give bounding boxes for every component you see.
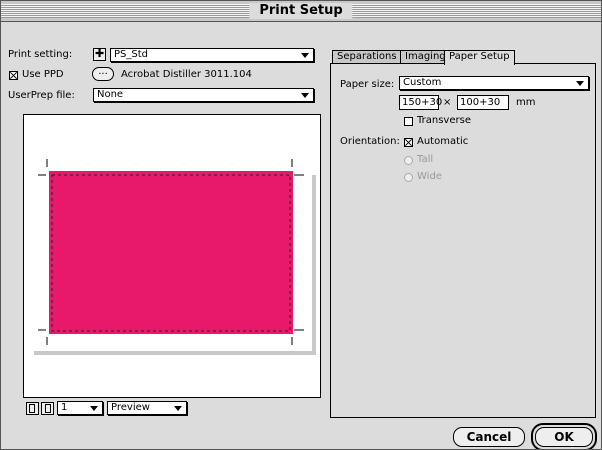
- paper-height-field[interactable]: 100+30: [457, 95, 509, 110]
- tab-separations-label: Separations: [337, 51, 397, 62]
- use-ppd-checkbox[interactable]: [9, 71, 18, 80]
- paper-size-label: Paper size:: [340, 79, 395, 90]
- ok-button[interactable]: OK: [535, 427, 593, 447]
- next-page-button[interactable]: [41, 402, 54, 415]
- tall-label: Tall: [417, 154, 434, 165]
- page-right-icon: [45, 404, 51, 413]
- page-area: [49, 171, 293, 334]
- tall-radio[interactable]: [404, 156, 413, 165]
- page-preview-graphic: [31, 159, 316, 355]
- userprep-value: None: [97, 89, 124, 100]
- page-left-icon: [29, 404, 35, 413]
- orientation-label: Orientation:: [340, 136, 400, 147]
- chevron-down-icon: [301, 53, 309, 58]
- dialog-title: Print Setup: [249, 3, 353, 19]
- page-number-select[interactable]: 1: [57, 401, 103, 415]
- ppd-name: Acrobat Distiller 3011.104: [121, 69, 252, 80]
- page-preview: [23, 114, 321, 398]
- userprep-label: UserPrep file:: [8, 90, 75, 101]
- print-setting-label: Print setting:: [8, 49, 73, 60]
- tab-paper-setup[interactable]: Paper Setup: [444, 50, 515, 65]
- transverse-label: Transverse: [417, 115, 471, 126]
- view-mode-select[interactable]: Preview: [107, 401, 187, 415]
- userprep-select[interactable]: None: [93, 88, 314, 102]
- view-mode-value: Preview: [111, 402, 150, 413]
- cancel-button[interactable]: Cancel: [453, 427, 525, 447]
- title-bar[interactable]: Print Setup: [1, 1, 601, 22]
- tab-imaging-label: Imaging: [405, 51, 446, 62]
- use-ppd-label: Use PPD: [22, 69, 64, 80]
- paper-width-field[interactable]: 150+30: [399, 95, 442, 110]
- print-setting-value: PS_Std: [114, 49, 148, 60]
- wide-label: Wide: [417, 171, 442, 182]
- tab-separations[interactable]: Separations: [332, 50, 402, 64]
- plus-icon: ✚: [95, 47, 105, 60]
- ppd-browse-label: ...: [98, 66, 108, 77]
- wide-radio[interactable]: [404, 173, 413, 182]
- automatic-label: Automatic: [417, 136, 469, 147]
- tab-paper-setup-label: Paper Setup: [449, 51, 510, 62]
- add-setting-button[interactable]: ✚: [93, 47, 106, 61]
- chevron-down-icon: [90, 406, 98, 411]
- paper-size-value: Custom: [403, 77, 442, 88]
- prev-page-button[interactable]: [26, 402, 39, 415]
- page-number-value: 1: [61, 402, 68, 413]
- transverse-checkbox[interactable]: [404, 117, 413, 126]
- print-setting-select[interactable]: PS_Std: [110, 48, 314, 62]
- print-setup-dialog: Print Setup Print setting: ✚ PS_Std Use …: [0, 0, 602, 450]
- ppd-browse-button[interactable]: ...: [92, 67, 114, 81]
- chevron-down-icon: [174, 406, 182, 411]
- unit-label: mm: [516, 97, 536, 108]
- times-symbol: ×: [443, 97, 452, 108]
- chevron-down-icon: [301, 93, 309, 98]
- chevron-down-icon: [576, 81, 584, 86]
- automatic-checkbox[interactable]: [404, 138, 413, 147]
- paper-size-select[interactable]: Custom: [399, 76, 589, 90]
